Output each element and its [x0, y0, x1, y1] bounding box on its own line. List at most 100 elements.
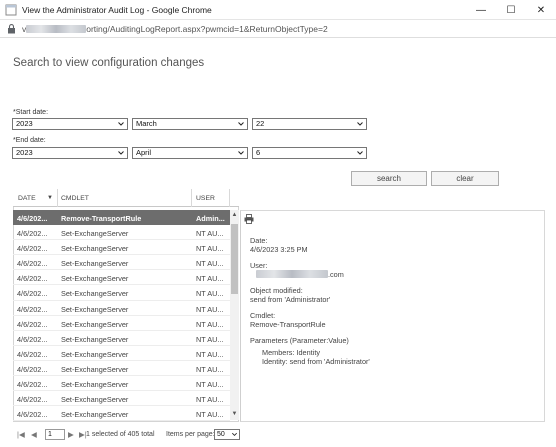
- pager: |◀ ◀ 1 ▶ ▶| 1 selected of 405 total Item…: [13, 428, 543, 442]
- end-day-select[interactable]: 6: [252, 147, 367, 159]
- detail-user-suffix: .com: [328, 270, 344, 279]
- table-row[interactable]: 4/6/202... Set-ExchangeServer NT AU...: [13, 331, 230, 346]
- table-row[interactable]: 4/6/202... Remove-TransportRule Admin...: [13, 210, 230, 226]
- cell-user: NT AU...: [196, 319, 224, 329]
- start-month-select[interactable]: March: [132, 118, 248, 130]
- cell-date: 4/6/202...: [17, 229, 48, 239]
- cell-cmdlet: Set-ExchangeServer: [61, 274, 129, 284]
- items-per-page-select[interactable]: 50: [214, 429, 240, 440]
- cell-date: 4/6/202...: [17, 289, 48, 299]
- detail-user-value: .com: [250, 270, 344, 279]
- column-header-cmdlet[interactable]: CMDLET: [61, 195, 89, 202]
- cell-cmdlet: Set-ExchangeServer: [61, 334, 129, 344]
- start-date-label: *Start date:: [13, 109, 49, 116]
- start-year-select[interactable]: 2023: [12, 118, 128, 130]
- chevron-down-icon: [238, 122, 244, 126]
- cell-user: NT AU...: [196, 259, 224, 269]
- cell-date: 4/6/202...: [17, 214, 48, 223]
- cell-user: NT AU...: [196, 304, 224, 314]
- scroll-up-arrow-icon[interactable]: ▲: [231, 212, 238, 219]
- first-page-icon[interactable]: |◀: [17, 430, 25, 439]
- url-text[interactable]: v orting/AuditingLogReport.aspx?pwmcid=1&…: [22, 24, 328, 34]
- end-date-label: *End date:: [13, 137, 46, 144]
- next-page-icon[interactable]: ▶: [68, 430, 74, 439]
- cell-cmdlet: Set-ExchangeServer: [61, 229, 129, 239]
- sort-desc-icon[interactable]: ▼: [47, 195, 53, 201]
- table-row[interactable]: 4/6/202... Set-ExchangeServer NT AU...: [13, 270, 230, 286]
- cell-date: 4/6/202...: [17, 364, 48, 374]
- detail-date-label: Date:: [250, 236, 268, 245]
- chevron-down-icon: [118, 122, 124, 126]
- page-number-input[interactable]: 1: [45, 429, 65, 440]
- cell-cmdlet: Set-ExchangeServer: [61, 364, 129, 374]
- start-day-select[interactable]: 22: [252, 118, 367, 130]
- column-header-user[interactable]: USER: [196, 195, 215, 202]
- prev-page-icon[interactable]: ◀: [31, 430, 37, 439]
- clear-button[interactable]: clear: [431, 171, 499, 186]
- cell-date: 4/6/202...: [17, 380, 48, 390]
- table-row[interactable]: 4/6/202... Set-ExchangeServer NT AU...: [13, 361, 230, 377]
- redacted-host: [26, 25, 87, 33]
- site-info-icon[interactable]: [7, 24, 16, 34]
- cell-user: NT AU...: [196, 274, 224, 284]
- detail-params-label: Parameters (Parameter:Value): [250, 336, 349, 345]
- chevron-down-icon: [232, 432, 237, 436]
- close-button[interactable]: ✕: [526, 0, 556, 20]
- grid-rows: 4/6/202... Remove-TransportRule Admin... 4/…: [13, 210, 230, 422]
- start-year-value: 2023: [16, 119, 33, 128]
- chevron-down-icon: [357, 122, 363, 126]
- table-row[interactable]: 4/6/202... Set-ExchangeServer NT AU...: [13, 391, 230, 407]
- start-month-value: March: [136, 119, 157, 128]
- scrollbar-thumb[interactable]: [231, 224, 238, 294]
- detail-param-2: Identity: send from 'Administrator': [262, 357, 370, 366]
- minimize-button[interactable]: —: [466, 0, 496, 20]
- cell-user: NT AU...: [196, 380, 224, 390]
- window-title: View the Administrator Audit Log - Googl…: [22, 5, 212, 15]
- column-divider[interactable]: [191, 189, 192, 207]
- cell-user: NT AU...: [196, 410, 224, 420]
- maximize-button[interactable]: ☐: [496, 0, 526, 20]
- table-row[interactable]: 4/6/202... Set-ExchangeServer NT AU...: [13, 225, 230, 241]
- cell-cmdlet: Set-ExchangeServer: [61, 319, 129, 329]
- cell-cmdlet: Set-ExchangeServer: [61, 380, 129, 390]
- detail-object-label: Object modified:: [250, 286, 303, 295]
- table-row[interactable]: 4/6/202... Set-ExchangeServer NT AU...: [13, 376, 230, 392]
- table-row[interactable]: 4/6/202... Set-ExchangeServer NT AU...: [13, 346, 230, 361]
- cell-date: 4/6/202...: [17, 304, 48, 314]
- chevron-down-icon: [357, 151, 363, 155]
- table-row[interactable]: 4/6/202... Set-ExchangeServer NT AU...: [13, 255, 230, 271]
- print-icon[interactable]: [244, 214, 254, 224]
- search-button[interactable]: search: [351, 171, 427, 186]
- cell-user: NT AU...: [196, 364, 224, 374]
- scroll-down-arrow-icon[interactable]: ▼: [231, 411, 238, 418]
- end-day-value: 6: [256, 148, 261, 157]
- end-year-select[interactable]: 2023: [12, 147, 128, 159]
- table-row[interactable]: 4/6/202... Set-ExchangeServer NT AU...: [13, 301, 230, 316]
- table-row[interactable]: 4/6/202... Set-ExchangeServer NT AU...: [13, 240, 230, 256]
- cell-user: NT AU...: [196, 289, 224, 299]
- table-row[interactable]: 4/6/202... Set-ExchangeServer NT AU...: [13, 406, 230, 422]
- detail-user-label: User:: [250, 261, 268, 270]
- page-icon: [5, 4, 17, 16]
- end-year-value: 2023: [16, 148, 33, 157]
- column-header-date[interactable]: DATE: [18, 195, 36, 202]
- column-divider[interactable]: [57, 189, 58, 207]
- window-titlebar: View the Administrator Audit Log - Googl…: [0, 0, 556, 20]
- detail-cmdlet-label: Cmdlet:: [250, 311, 276, 320]
- grid-scrollbar[interactable]: ▲ ▼: [230, 210, 239, 420]
- address-bar[interactable]: v orting/AuditingLogReport.aspx?pwmcid=1&…: [0, 20, 556, 38]
- table-row[interactable]: 4/6/202... Set-ExchangeServer NT AU...: [13, 316, 230, 331]
- column-divider[interactable]: [229, 189, 230, 207]
- end-month-select[interactable]: April: [132, 147, 248, 159]
- chevron-down-icon: [238, 151, 244, 155]
- selection-count: 1 selected of 405 total: [86, 431, 155, 438]
- detail-pane: [240, 210, 545, 422]
- detail-date-value: 4/6/2023 3:25 PM: [250, 245, 308, 254]
- cell-cmdlet: Set-ExchangeServer: [61, 304, 129, 314]
- cell-cmdlet: Set-ExchangeServer: [61, 289, 129, 299]
- table-row[interactable]: 4/6/202... Set-ExchangeServer NT AU...: [13, 285, 230, 301]
- items-per-page-value: 50: [217, 431, 225, 438]
- end-month-value: April: [136, 148, 152, 157]
- cell-date: 4/6/202...: [17, 410, 48, 420]
- cell-date: 4/6/202...: [17, 349, 48, 359]
